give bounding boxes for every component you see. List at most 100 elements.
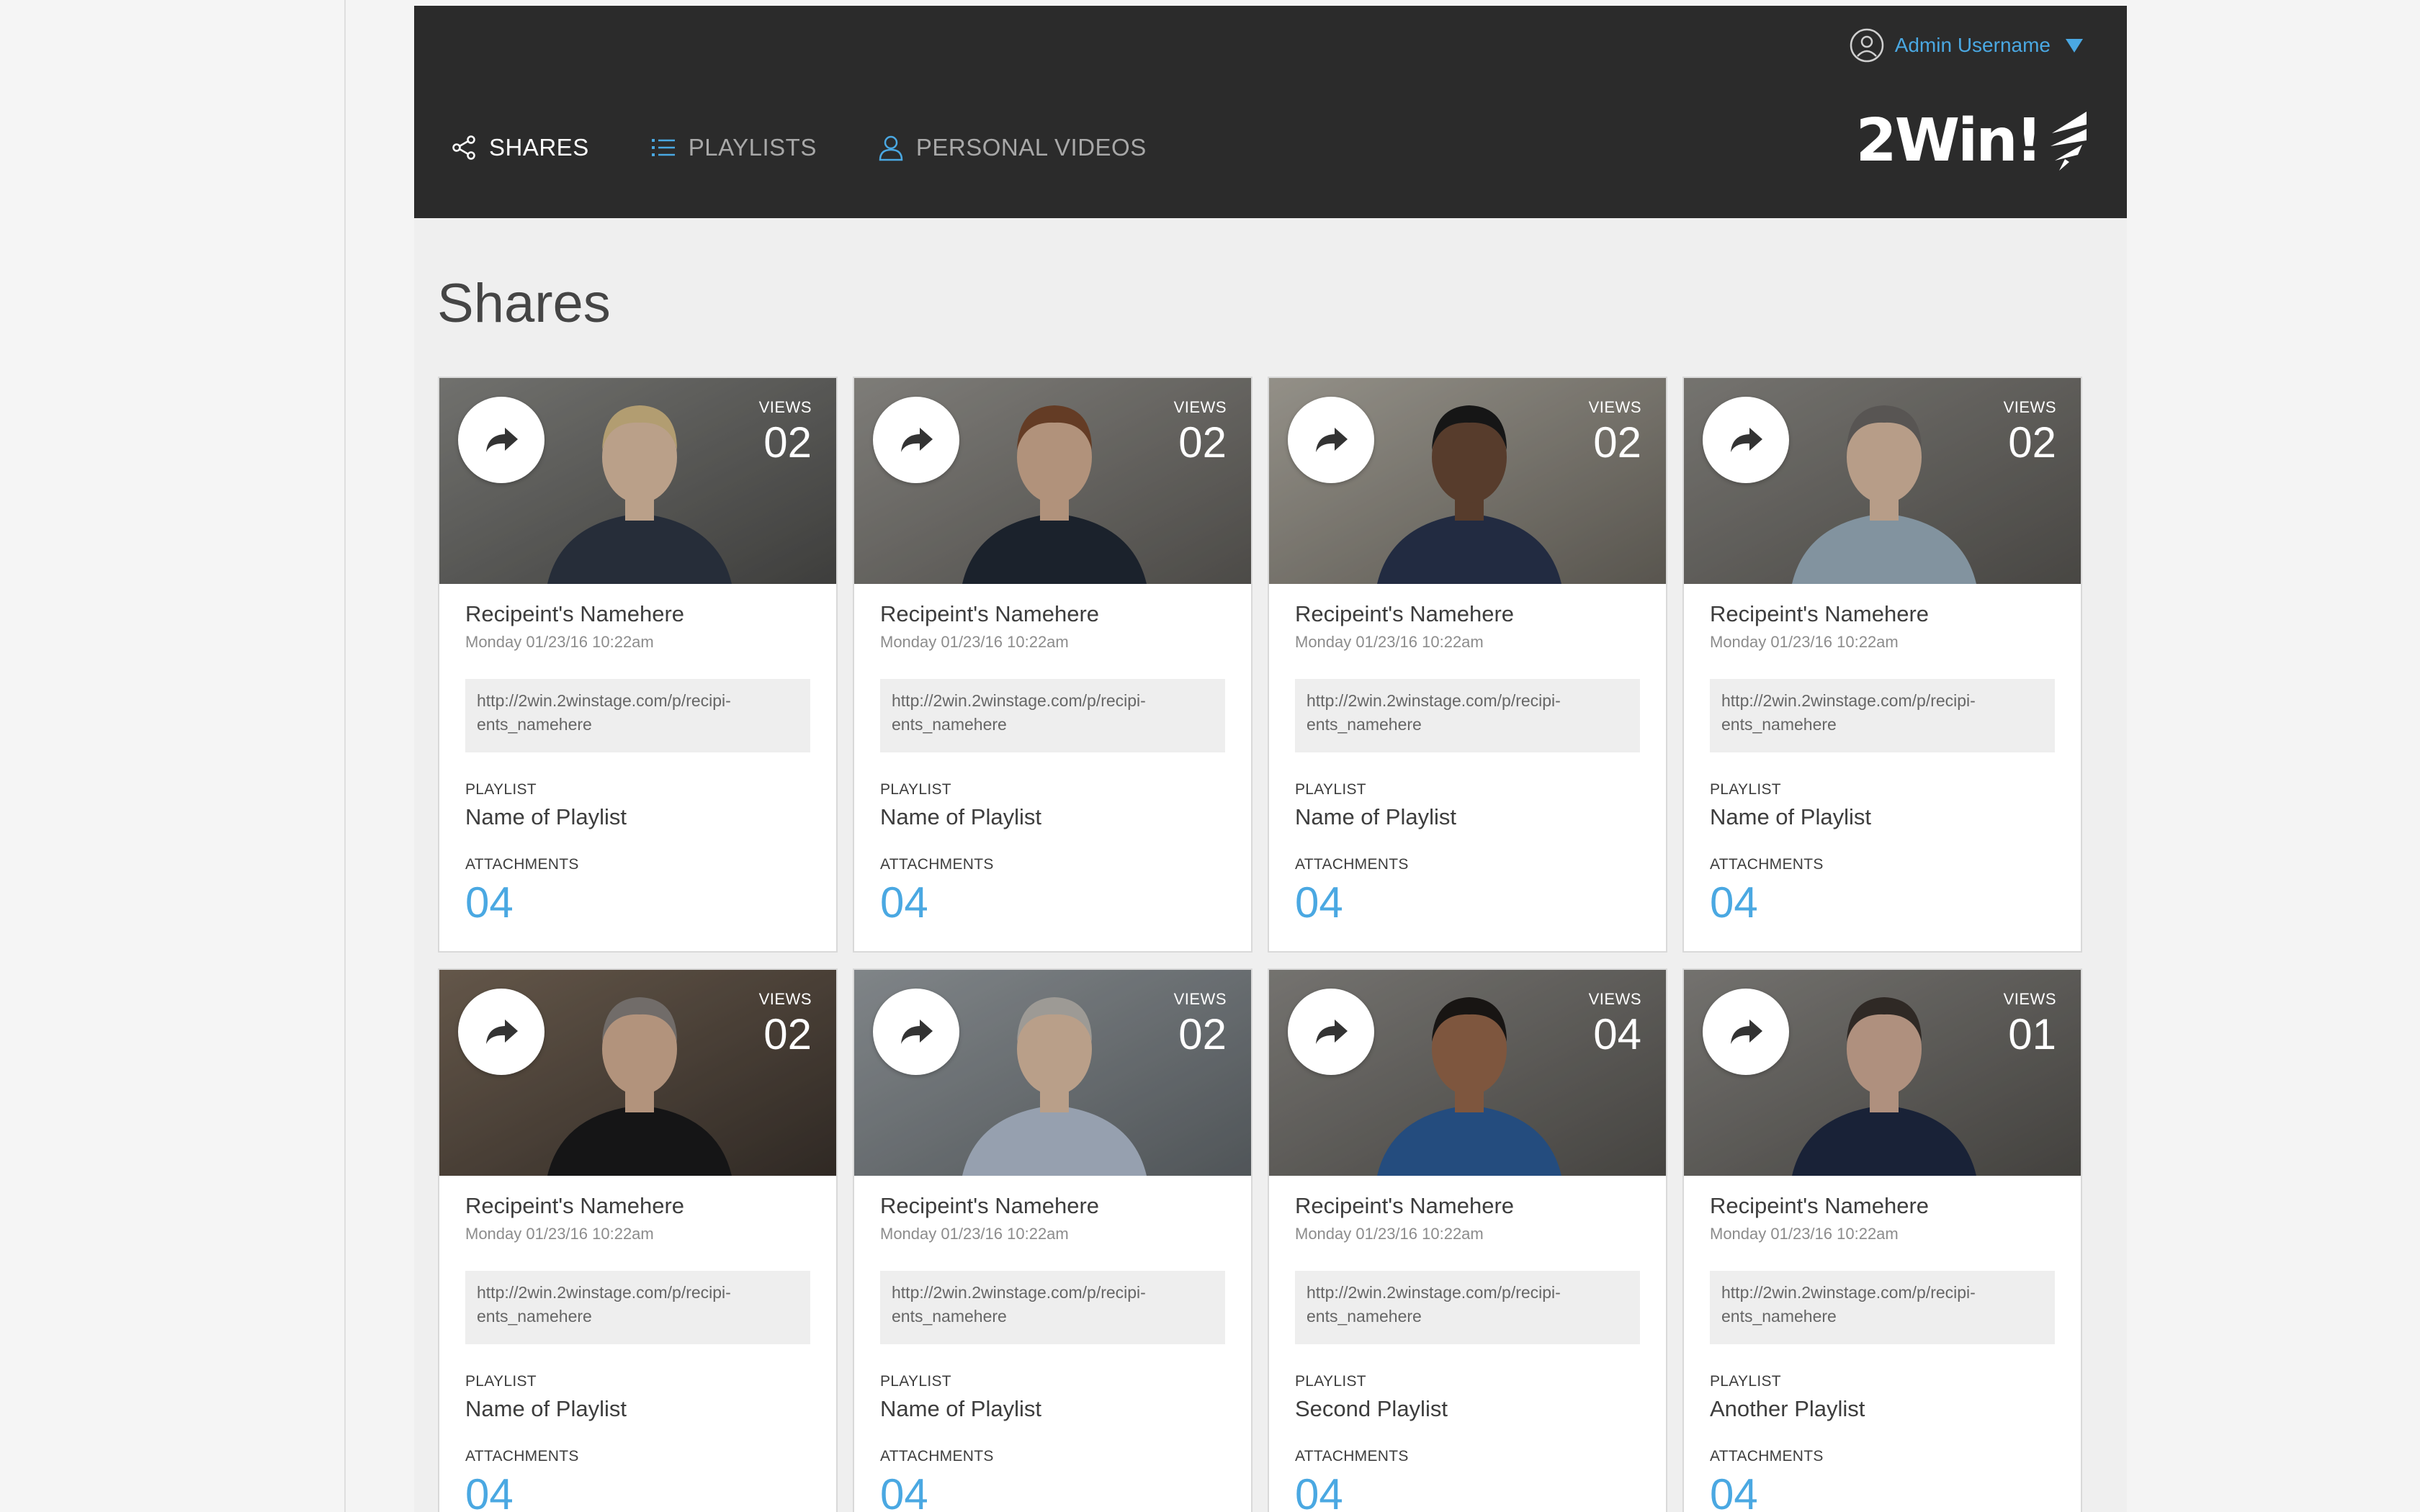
video-thumbnail[interactable]: VIEWS 02 [439,970,836,1176]
app-frame: Admin Username SHARES PLAYLISTS PERSONAL… [414,6,2127,1512]
share-card[interactable]: VIEWS 02 Recipeint's Namehere Monday 01/… [853,968,1252,1512]
attachments-count[interactable]: 04 [1295,878,1640,927]
share-date: Monday 01/23/16 10:22am [1295,633,1484,651]
user-avatar-icon [1850,28,1883,63]
share-link-field[interactable]: http://2win.2winstage.com/p/recipi-ents_… [1295,679,1640,752]
video-thumbnail[interactable]: VIEWS 02 [1269,378,1666,584]
card-body: Recipeint's Namehere Monday 01/23/16 10:… [1684,1176,2081,1512]
main-nav: SHARES PLAYLISTS PERSONAL VIDEOS [450,134,1207,161]
playlist-label: PLAYLIST [880,1373,951,1390]
views-count: 01 [2008,1010,2056,1058]
attachments-count[interactable]: 04 [465,1470,810,1512]
nav-shares-label: SHARES [489,134,589,161]
video-thumbnail[interactable]: VIEWS 02 [439,378,836,584]
attachments-count[interactable]: 04 [1710,878,2055,927]
video-thumbnail[interactable]: VIEWS 02 [854,378,1251,584]
views-count: 02 [763,418,812,467]
share-link-field[interactable]: http://2win.2winstage.com/p/recipi-ents_… [1710,679,2055,752]
forward-arrow-icon [486,1020,518,1044]
attachments-count[interactable]: 04 [1710,1470,2055,1512]
views-count: 02 [1178,418,1227,467]
card-body: Recipeint's Namehere Monday 01/23/16 10:… [1269,584,1666,927]
playlist-name: Name of Playlist [880,1396,1041,1421]
views-label: VIEWS [758,990,812,1008]
attachments-count[interactable]: 04 [465,878,810,927]
views-counter: VIEWS 02 [1589,398,1641,466]
recipient-name: Recipeint's Namehere [1710,1193,1930,1218]
recipient-name: Recipeint's Namehere [880,1193,1100,1218]
recipient-name: Recipeint's Namehere [465,601,685,626]
share-card[interactable]: VIEWS 02 Recipeint's Namehere Monday 01/… [438,968,838,1512]
video-thumbnail[interactable]: VIEWS 02 [1684,378,2081,584]
attachments-count[interactable]: 04 [880,1470,1225,1512]
attachments-count[interactable]: 04 [880,878,1225,927]
forward-arrow-icon [901,428,933,452]
user-menu[interactable]: Admin Username [1849,27,2084,63]
share-card[interactable]: VIEWS 04 Recipeint's Namehere Monday 01/… [1268,968,1667,1512]
video-thumbnail[interactable]: VIEWS 04 [1269,970,1666,1176]
views-label: VIEWS [1588,990,1641,1008]
forward-arrow-icon [1316,1020,1348,1044]
share-button[interactable] [458,989,544,1075]
views-counter: VIEWS 02 [759,990,812,1058]
share-button[interactable] [1703,989,1789,1075]
recipient-name: Recipeint's Namehere [1295,601,1515,626]
share-card[interactable]: VIEWS 01 Recipeint's Namehere Monday 01/… [1682,968,2082,1512]
share-link-field[interactable]: http://2win.2winstage.com/p/recipi-ents_… [465,1271,810,1344]
share-card[interactable]: VIEWS 02 Recipeint's Namehere Monday 01/… [438,377,838,953]
share-link-field[interactable]: http://2win.2winstage.com/p/recipi-ents_… [465,679,810,752]
forward-arrow-icon [486,428,518,452]
video-thumbnail[interactable]: VIEWS 02 [854,970,1251,1176]
views-label: VIEWS [758,398,812,416]
views-label: VIEWS [1173,990,1227,1008]
share-date: Monday 01/23/16 10:22am [465,1225,654,1243]
share-button[interactable] [458,397,544,483]
attachments-label: ATTACHMENTS [465,1448,579,1464]
views-counter: VIEWS 02 [1174,398,1227,466]
recipient-name: Recipeint's Namehere [465,1193,685,1218]
share-card[interactable]: VIEWS 02 Recipeint's Namehere Monday 01/… [853,377,1252,953]
nav-playlists[interactable]: PLAYLISTS [650,134,817,161]
share-button[interactable] [1288,989,1374,1075]
attachments-label: ATTACHMENTS [1295,1448,1409,1464]
attachments-count[interactable]: 04 [1295,1470,1640,1512]
share-button[interactable] [1288,397,1374,483]
forward-arrow-icon [901,1020,933,1044]
caret-down-icon [2066,39,2083,53]
share-button[interactable] [873,989,959,1075]
share-card[interactable]: VIEWS 02 Recipeint's Namehere Monday 01/… [1682,377,2082,953]
views-count: 04 [1593,1010,1641,1058]
attachments-label: ATTACHMENTS [1710,856,1824,873]
share-link-field[interactable]: http://2win.2winstage.com/p/recipi-ents_… [1295,1271,1640,1344]
share-card[interactable]: VIEWS 02 Recipeint's Namehere Monday 01/… [1268,377,1667,953]
nav-shares[interactable]: SHARES [450,134,589,161]
share-link-field[interactable]: http://2win.2winstage.com/p/recipi-ents_… [1710,1271,2055,1344]
card-body: Recipeint's Namehere Monday 01/23/16 10:… [1684,584,2081,927]
playlist-label: PLAYLIST [1295,1373,1366,1390]
card-body: Recipeint's Namehere Monday 01/23/16 10:… [854,1176,1251,1512]
playlist-name: Name of Playlist [465,804,627,829]
card-body: Recipeint's Namehere Monday 01/23/16 10:… [854,584,1251,927]
playlist-name: Name of Playlist [1710,804,1871,829]
playlist-name: Name of Playlist [880,804,1041,829]
share-button[interactable] [1703,397,1789,483]
share-link-field[interactable]: http://2win.2winstage.com/p/recipi-ents_… [880,679,1225,752]
user-name: Admin Username [1894,34,2051,56]
views-count: 02 [1178,1010,1227,1058]
share-link-field[interactable]: http://2win.2winstage.com/p/recipi-ents_… [880,1271,1225,1344]
playlist-label: PLAYLIST [465,781,537,798]
forward-arrow-icon [1316,428,1348,452]
share-date: Monday 01/23/16 10:22am [1295,1225,1484,1243]
nav-personal-videos[interactable]: PERSONAL VIDEOS [877,134,1147,161]
share-date: Monday 01/23/16 10:22am [880,1225,1069,1243]
card-body: Recipeint's Namehere Monday 01/23/16 10:… [439,1176,836,1512]
share-button[interactable] [873,397,959,483]
views-counter: VIEWS 02 [759,398,812,466]
recipient-name: Recipeint's Namehere [1295,1193,1515,1218]
playlist-name: Another Playlist [1710,1396,1865,1421]
share-date: Monday 01/23/16 10:22am [465,633,654,651]
share-icon [452,135,475,160]
video-thumbnail[interactable]: VIEWS 01 [1684,970,2081,1176]
nav-personal-videos-label: PERSONAL VIDEOS [915,134,1147,161]
attachments-label: ATTACHMENTS [465,856,579,873]
